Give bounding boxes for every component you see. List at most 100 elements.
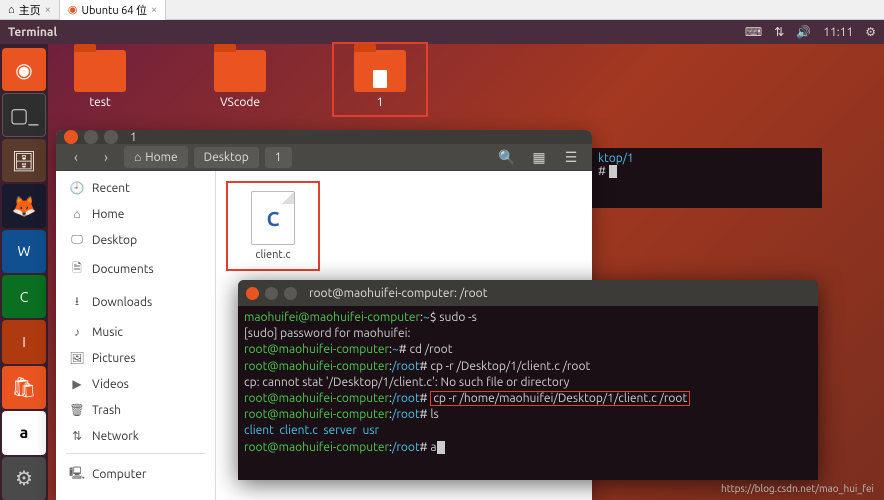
home-icon: ⌂ xyxy=(8,4,15,16)
network-icon: ⇅ xyxy=(70,429,84,443)
sidebar-label: Computer xyxy=(92,468,146,481)
icon-label: test xyxy=(60,96,140,109)
window-maximize-button[interactable] xyxy=(284,287,297,300)
folder-icon xyxy=(214,50,266,92)
sidebar-downloads[interactable]: ⭳ Downloads xyxy=(56,286,215,319)
sidebar-trash[interactable]: 🗑 Trash xyxy=(56,397,215,423)
path-home-button[interactable]: ⌂Home xyxy=(124,146,188,168)
window-title: root@maohuifei-computer: /root xyxy=(309,287,487,300)
sound-icon[interactable]: 🔊 xyxy=(796,25,811,39)
sidebar-music[interactable]: ♪ Music xyxy=(56,319,215,345)
window-close-button[interactable] xyxy=(246,287,259,300)
sidebar-label: Desktop xyxy=(92,234,137,247)
trash-icon: 🗑 xyxy=(70,403,84,417)
active-app-title: Terminal xyxy=(8,26,745,39)
sidebar-videos[interactable]: ▶Videos xyxy=(56,371,215,397)
launcher-writer[interactable]: W xyxy=(2,230,46,273)
launcher-impress[interactable]: I xyxy=(2,320,46,363)
sidebar-label: Pictures xyxy=(92,352,136,365)
launcher-settings[interactable]: ⚙ xyxy=(2,457,46,500)
launcher-dash[interactable]: ◉ xyxy=(2,48,46,91)
sidebar-computer[interactable]: 🖳 Computer xyxy=(56,458,215,491)
files-sidebar: 🕘 Recent ⌂Home 🖵 Desktop 🗎 Documents ⭳ Downl… xyxy=(56,171,216,500)
unity-launcher: ◉ ▢_ 🗄 🦊 W C I 🛍 a ⚙ xyxy=(0,44,48,500)
browser-tab-home[interactable]: ⌂ 主页 × xyxy=(0,0,60,20)
sidebar-documents[interactable]: 🗎 Documents xyxy=(56,253,215,286)
files-titlebar[interactable]: 1 xyxy=(56,130,592,144)
view-menu-button[interactable]: ☰ xyxy=(558,144,584,170)
gear-icon[interactable]: ⚙ xyxy=(865,25,876,39)
path-segment-1[interactable]: 1 xyxy=(265,147,292,168)
sidebar-label: Downloads xyxy=(92,296,152,309)
window-minimize-button[interactable] xyxy=(84,130,98,144)
term-cursor xyxy=(609,165,617,178)
pictures-icon: 🖼 xyxy=(70,351,84,365)
search-button[interactable]: 🔍 xyxy=(494,144,520,170)
browser-tab-vm[interactable]: ◉ Ubuntu 64 位 × xyxy=(60,0,166,20)
nav-forward-button[interactable]: › xyxy=(94,145,118,169)
view-grid-button[interactable]: ▦ xyxy=(526,144,552,170)
keyboard-icon[interactable]: ⌨ xyxy=(745,25,762,39)
document-icon: 🗎 xyxy=(70,259,84,280)
launcher-files[interactable]: 🗄 xyxy=(2,139,46,182)
nav-back-button[interactable]: ‹ xyxy=(64,145,88,169)
file-icon xyxy=(373,70,387,88)
sidebar-separator xyxy=(66,453,205,454)
clock-icon: 🕘 xyxy=(70,181,84,195)
tab-label: Ubuntu 64 位 xyxy=(81,2,147,18)
sidebar-connect[interactable]: ＋Connect to Server xyxy=(56,491,215,500)
terminal-titlebar[interactable]: root@maohuifei-computer: /root xyxy=(238,280,818,306)
home-icon: ⌂ xyxy=(134,150,141,164)
ubuntu-top-panel: Terminal ⌨ ⇅ 🔊 11:11 ⚙ xyxy=(0,20,884,44)
window-title: 1 xyxy=(130,131,137,144)
host-browser-tabs: ⌂ 主页 × ◉ Ubuntu 64 位 × xyxy=(0,0,884,20)
sidebar-home[interactable]: ⌂Home xyxy=(56,201,215,227)
tab-label: 主页 xyxy=(19,2,41,18)
sidebar-recent[interactable]: 🕘 Recent xyxy=(56,175,215,201)
c-file-icon: C xyxy=(251,191,295,245)
computer-icon: 🖳 xyxy=(70,464,84,485)
clock-time[interactable]: 11:11 xyxy=(823,26,853,39)
sidebar-label: Home xyxy=(92,208,124,221)
launcher-terminal[interactable]: ▢_ xyxy=(2,93,46,136)
window-close-button[interactable] xyxy=(64,130,78,144)
desktop-folder-vscode[interactable]: VScode xyxy=(200,50,280,109)
desktop-icons: test VScode 1 xyxy=(60,50,420,109)
download-icon: ⭳ xyxy=(70,292,84,313)
terminal-window: root@maohuifei-computer: /root maohuifei… xyxy=(238,280,818,480)
videos-icon: ▶ xyxy=(70,377,84,391)
sidebar-desktop[interactable]: 🖵 Desktop xyxy=(56,227,215,253)
sidebar-label: Music xyxy=(92,326,123,339)
file-client-c[interactable]: C client.c xyxy=(228,183,318,269)
music-icon: ♪ xyxy=(70,325,84,339)
folder-icon xyxy=(354,50,406,92)
sidebar-label: Trash xyxy=(92,404,121,417)
window-minimize-button[interactable] xyxy=(265,287,278,300)
sidebar-label: Recent xyxy=(92,182,130,195)
window-maximize-button[interactable] xyxy=(104,130,118,144)
sidebar-network[interactable]: ⇅Network xyxy=(56,423,215,449)
ubuntu-icon: ◉ xyxy=(68,3,78,16)
close-icon[interactable]: × xyxy=(45,4,51,16)
close-icon[interactable]: × xyxy=(151,4,157,16)
watermark-text: https://blog.csdn.net/mao_hui_fei xyxy=(721,483,874,494)
icon-label: VScode xyxy=(200,96,280,109)
files-toolbar: ‹ › ⌂Home Desktop 1 🔍 ▦ ☰ xyxy=(56,144,592,171)
launcher-firefox[interactable]: 🦊 xyxy=(2,184,46,227)
path-segment-desktop[interactable]: Desktop xyxy=(194,147,259,168)
launcher-calc[interactable]: C xyxy=(2,275,46,318)
background-terminal: ktop/1 # xyxy=(592,148,822,208)
launcher-software[interactable]: 🛍 xyxy=(2,366,46,409)
path-label: 1 xyxy=(275,151,282,164)
path-label: Desktop xyxy=(204,151,249,164)
desktop-icon: 🖵 xyxy=(70,233,84,247)
desktop-folder-1[interactable]: 1 xyxy=(340,50,420,109)
sidebar-pictures[interactable]: 🖼 Pictures xyxy=(56,345,215,371)
launcher-amazon[interactable]: a xyxy=(2,411,46,454)
term-prompt-symbol: # xyxy=(598,165,609,178)
panel-indicators: ⌨ ⇅ 🔊 11:11 ⚙ xyxy=(745,25,876,39)
terminal-body[interactable]: maohuifei@maohuifei-computer:~$ sudo -s[… xyxy=(238,306,818,480)
desktop-folder-test[interactable]: test xyxy=(60,50,140,109)
network-icon[interactable]: ⇅ xyxy=(774,25,784,39)
sidebar-label: Documents xyxy=(92,263,154,276)
